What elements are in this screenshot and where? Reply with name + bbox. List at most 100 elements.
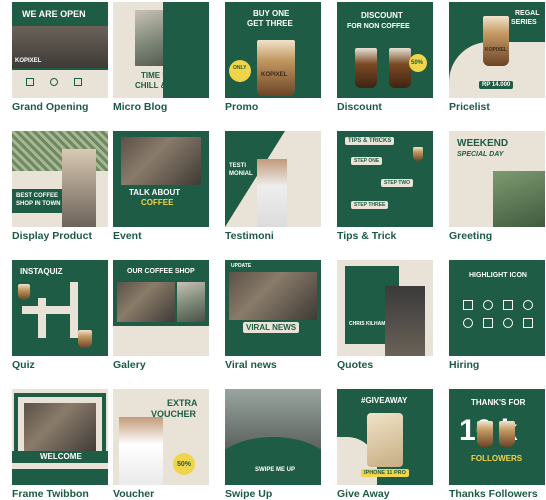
- template-label: Testimoni: [225, 230, 274, 242]
- price-tag: RP 14.000: [479, 81, 514, 89]
- thumb-subtitle: SERIES: [511, 19, 537, 26]
- icon-7: [503, 318, 513, 328]
- thumbnail: UPDATE VIRAL NEWS: [225, 260, 321, 356]
- thumb-title: TIPS & TRICKS: [345, 137, 395, 145]
- step-one: STEP ONE: [351, 157, 383, 165]
- icon-5: [463, 318, 473, 328]
- thumbnail: TIME FOR CHILL & ENJOY: [113, 2, 209, 98]
- thumb-subtitle: FOR NON COFFEE: [347, 23, 410, 30]
- update-label: UPDATE: [231, 263, 252, 269]
- cup-brand: KOPIXEL: [485, 47, 507, 53]
- cup-icon: [26, 78, 34, 86]
- thumb-title: BEST COFFEE: [16, 193, 59, 199]
- thumbnail: EXTRA VOUCHER 50%: [113, 389, 209, 485]
- thumb-title: TESTI: [229, 163, 247, 169]
- footer-bar: [12, 469, 108, 485]
- thumbnail: #GIVEAWAY IPHONE 11 PRO: [337, 389, 433, 485]
- template-label: Hiring: [449, 359, 480, 371]
- coffee-bean-icon: [50, 78, 58, 86]
- thumb-title: WE ARE OPEN: [22, 9, 86, 19]
- thumb-subtitle: MONIAL: [229, 171, 253, 177]
- frame-photo: [24, 403, 96, 453]
- thumbnail: OUR COFFEE SHOP: [113, 260, 209, 356]
- thumb-title: REGAL: [515, 10, 540, 17]
- icon-8: [523, 318, 533, 328]
- thumb-subtitle: FOLLOWERS: [471, 454, 523, 463]
- template-label: Display Product: [12, 230, 92, 242]
- thumb-title: THANK'S FOR: [471, 398, 526, 407]
- template-label: Frame Twibbon: [12, 488, 89, 500]
- greeting-photo: [493, 171, 545, 227]
- thumb-title: INSTAQUIZ: [20, 267, 63, 276]
- template-label: Quotes: [337, 359, 374, 371]
- thumb-subtitle: CHILL & ENJOY: [135, 81, 196, 90]
- template-label: Discount: [337, 101, 382, 113]
- author-name: CHRIS KILHAM: [349, 321, 386, 327]
- thumbnail: HIGHLIGHT ICON: [449, 260, 545, 356]
- thumbnail: WE ARE OPEN KOPIXEL: [12, 2, 108, 98]
- thumbnail: SWIPE ME UP: [225, 389, 321, 485]
- thumb-title: VIRAL NEWS: [243, 322, 300, 333]
- template-label: Viral news: [225, 359, 277, 371]
- template-label: Swipe Up: [225, 488, 273, 500]
- thumb-subtitle: GET THREE: [247, 19, 293, 28]
- template-label: Pricelist: [449, 101, 490, 113]
- crossword-col-2: [38, 298, 46, 338]
- template-label: Thanks Followers: [449, 488, 538, 500]
- thumbnail: DISCOUNT FOR NON COFFEE 50%: [337, 2, 433, 98]
- thumbnail: BUY ONE GET THREE ONLY KOPIXEL: [225, 2, 321, 98]
- chef-photo: [119, 417, 163, 485]
- cup-1: [477, 421, 493, 447]
- thumb-title: TIME FOR: [141, 71, 180, 80]
- cup-icon: [18, 284, 30, 300]
- thumb-subtitle: SHOP IN TOWN: [16, 201, 61, 207]
- brand-text: KOPIXEL: [15, 58, 42, 64]
- thumb-title: DISCOUNT: [361, 11, 403, 20]
- thumb-title: WEEKEND: [457, 138, 509, 149]
- green-wave: [225, 437, 321, 485]
- thumb-title: SWIPE ME UP: [255, 467, 296, 473]
- thumb-title: OUR COFFEE SHOP: [127, 268, 195, 275]
- thumbnail: BEST COFFEE SHOP IN TOWN: [12, 131, 108, 227]
- event-photo: [121, 137, 201, 185]
- template-label: Voucher: [113, 488, 155, 500]
- cup-brand: KOPIXEL: [261, 72, 288, 78]
- thumbnail: REGAL SERIES KOPIXEL RP 14.000: [449, 2, 545, 98]
- thumb-title: EXTRA: [167, 398, 198, 408]
- person-photo: [385, 286, 425, 356]
- gallery-photo-2: [177, 282, 205, 322]
- template-label: Event: [113, 230, 142, 242]
- prize-name: IPHONE 11 PRO: [361, 469, 409, 477]
- person-photo: [257, 159, 287, 227]
- thumb-subtitle: COFFEE: [141, 198, 174, 207]
- barista-photo: [62, 149, 96, 227]
- gallery-photo-1: [117, 282, 175, 322]
- phone-image: [367, 413, 403, 467]
- template-label: Promo: [225, 101, 259, 113]
- machine-icon: [74, 78, 82, 86]
- cup-icon-2: [78, 330, 92, 348]
- thumbnail: TIPS & TRICKS STEP ONE STEP TWO STEP THR…: [337, 131, 433, 227]
- template-grid: WE ARE OPEN KOPIXEL Grand Opening TIME F…: [0, 0, 546, 500]
- thumbnail: THANK'S FOR 10 k FOLLOWERS: [449, 389, 545, 485]
- voucher-value: 50%: [177, 461, 192, 468]
- thumbnail: WELCOME: [12, 389, 108, 485]
- thumb-title: TALK ABOUT: [129, 188, 181, 197]
- thumbnail: WEEKEND SPECIAL DAY: [449, 131, 545, 227]
- thumbnail: INSTAQUIZ: [12, 260, 108, 356]
- thumb-title: WELCOME: [40, 452, 82, 461]
- drink-cup: [483, 16, 509, 66]
- thumb-title: HIGHLIGHT ICON: [469, 272, 527, 279]
- news-photo: [229, 272, 317, 320]
- step-three: STEP THREE: [351, 201, 389, 209]
- icon-6: [483, 318, 493, 328]
- template-label: Tips & Trick: [337, 230, 397, 242]
- info-strip: [113, 326, 209, 356]
- icon-4: [523, 300, 533, 310]
- crossword-col: [70, 282, 78, 338]
- thumb-title: #GIVEAWAY: [361, 396, 408, 405]
- icon-2: [483, 300, 493, 310]
- drink-cup-1: [355, 48, 377, 88]
- thumb-subtitle: SPECIAL DAY: [457, 151, 504, 158]
- thumb-title: BUY ONE: [253, 9, 290, 18]
